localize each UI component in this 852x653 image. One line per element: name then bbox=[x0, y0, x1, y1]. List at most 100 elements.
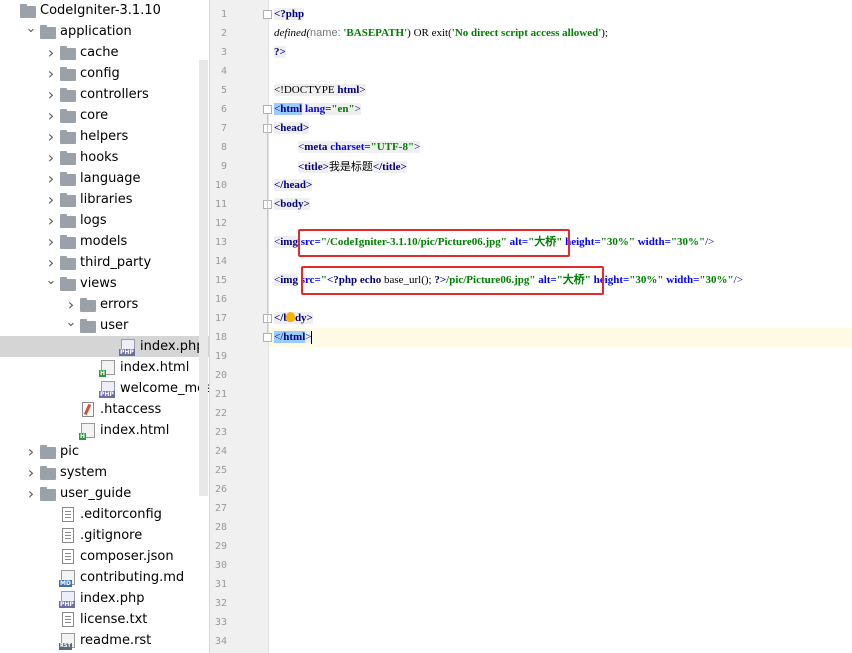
tree-item[interactable]: ›.editorconfig bbox=[0, 504, 209, 525]
tree-item-label: license.txt bbox=[80, 612, 148, 627]
fold-marker-icon[interactable] bbox=[263, 10, 272, 19]
line-number: 34 bbox=[214, 636, 227, 647]
tree-item[interactable]: › language bbox=[0, 168, 209, 189]
folder-icon bbox=[60, 234, 76, 249]
chevron-right-icon[interactable]: › bbox=[44, 147, 58, 168]
chevron-right-icon[interactable]: › bbox=[24, 483, 38, 504]
img1-height-value: "30%" bbox=[600, 236, 635, 248]
intention-bulb-icon[interactable] bbox=[286, 312, 295, 322]
tree-item-label: third_party bbox=[80, 255, 152, 270]
tree-item-label: index.html bbox=[120, 360, 190, 375]
line-number: 18 bbox=[214, 332, 227, 343]
code-editor[interactable]: 1 2 3 4 5 6 7 8 9 10 11 12 13 14 15 16 17 18 19 20 21 22 23 24 2… bbox=[210, 0, 852, 653]
img2-width-attr: width= bbox=[663, 274, 700, 286]
tree-item[interactable]: ›composer.json bbox=[0, 546, 209, 567]
tree-item[interactable]: › cache bbox=[0, 42, 209, 63]
code-line-3[interactable]: ?> bbox=[274, 43, 286, 62]
folder-icon bbox=[80, 297, 96, 312]
chevron-right-icon[interactable]: › bbox=[44, 231, 58, 252]
title-close-tag: </title> bbox=[372, 161, 407, 173]
php-icon bbox=[59, 591, 75, 608]
tree-item[interactable]: ›contributing.md bbox=[0, 567, 209, 588]
basepath-string: 'BASEPATH' bbox=[343, 27, 408, 39]
tree-item[interactable]: ⌄ application bbox=[0, 21, 209, 42]
tree-item-label: hooks bbox=[80, 150, 119, 165]
tree-item[interactable]: ›license.txt bbox=[0, 609, 209, 630]
code-line-11[interactable]: <body> bbox=[274, 195, 310, 214]
chevron-right-icon[interactable]: › bbox=[24, 441, 38, 462]
chevron-down-icon[interactable]: ⌄ bbox=[64, 312, 78, 333]
tree-item[interactable]: › helpers bbox=[0, 126, 209, 147]
line-number: 16 bbox=[214, 294, 227, 305]
tree-item[interactable]: › hooks bbox=[0, 147, 209, 168]
tree-item[interactable]: › errors bbox=[0, 294, 209, 315]
tree-item[interactable]: › logs bbox=[0, 210, 209, 231]
tree-item[interactable]: ⌄ views bbox=[0, 273, 209, 294]
chevron-right-icon[interactable]: › bbox=[44, 105, 58, 126]
tree-item[interactable]: ›index.php bbox=[0, 336, 209, 357]
tree-item[interactable]: ›readme.rst bbox=[0, 630, 209, 651]
code-line-6[interactable]: <html lang="en"> bbox=[274, 100, 361, 119]
chevron-down-icon[interactable]: ⌄ bbox=[44, 270, 58, 291]
tree-item[interactable]: ›welcome_message.ph bbox=[0, 378, 209, 399]
tree-item[interactable]: ›.gitignore bbox=[0, 525, 209, 546]
tree-item-label: application bbox=[60, 24, 132, 39]
chevron-right-icon[interactable]: › bbox=[44, 84, 58, 105]
chevron-right-icon[interactable]: › bbox=[44, 126, 58, 147]
code-line-9[interactable]: <title>我是标题</title> bbox=[298, 157, 407, 176]
php-icon bbox=[119, 339, 135, 356]
tree-item[interactable]: › config bbox=[0, 63, 209, 84]
code-line-2[interactable]: defined(name: 'BASEPATH') OR exit('No di… bbox=[274, 24, 608, 43]
tree-item-label: errors bbox=[100, 297, 139, 312]
chevron-right-icon[interactable]: › bbox=[44, 42, 58, 63]
code-line-1[interactable]: <?php bbox=[274, 5, 305, 24]
tree-item[interactable]: ›index.html bbox=[0, 357, 209, 378]
text-cursor bbox=[311, 330, 313, 344]
code-line-5[interactable]: <!DOCTYPE html> bbox=[274, 81, 366, 100]
chevron-right-icon[interactable]: › bbox=[44, 210, 58, 231]
chevron-right-icon[interactable]: › bbox=[44, 168, 58, 189]
folder-icon bbox=[60, 87, 76, 102]
tree-item-label: .editorconfig bbox=[80, 507, 162, 522]
folder-icon bbox=[60, 171, 76, 186]
fold-marker-icon[interactable] bbox=[263, 105, 272, 114]
tree-item[interactable]: › controllers bbox=[0, 84, 209, 105]
tree-item[interactable]: › models bbox=[0, 231, 209, 252]
rst-icon bbox=[59, 633, 75, 650]
tree-item-label: contributing.md bbox=[80, 570, 185, 585]
tree-item[interactable]: ⌄ user bbox=[0, 315, 209, 336]
tree-item[interactable]: › system bbox=[0, 462, 209, 483]
html-open-tag: html bbox=[280, 103, 303, 115]
chevron-down-icon[interactable]: ⌄ bbox=[24, 18, 38, 39]
body-open-tag: <body> bbox=[274, 198, 310, 210]
folder-icon bbox=[40, 24, 56, 39]
tree-item-label: logs bbox=[80, 213, 107, 228]
tree-item[interactable]: ›index.html bbox=[0, 420, 209, 441]
tree-item-label: welcome_message.ph bbox=[120, 381, 209, 396]
folder-icon bbox=[60, 150, 76, 165]
md-icon bbox=[59, 570, 75, 587]
line-number: 32 bbox=[214, 598, 227, 609]
tree-item[interactable]: › core bbox=[0, 105, 209, 126]
fold-guide bbox=[267, 114, 268, 334]
code-line-7[interactable]: <head> bbox=[274, 119, 310, 138]
line-number-gutter: 1 2 3 4 5 6 7 8 9 10 11 12 13 14 15 16 17 18 19 20 21 22 23 24 2… bbox=[210, 0, 272, 653]
chevron-right-icon[interactable]: › bbox=[24, 462, 38, 483]
code-line-8[interactable]: <meta charset="UTF-8"> bbox=[298, 138, 421, 157]
tree-item[interactable]: ›.htaccess bbox=[0, 399, 209, 420]
tree-item[interactable]: › libraries bbox=[0, 189, 209, 210]
chevron-right-icon[interactable]: › bbox=[44, 63, 58, 84]
line-number: 33 bbox=[214, 617, 227, 628]
code-line-10[interactable]: </head> bbox=[274, 176, 313, 195]
tree-item[interactable]: ›index.php bbox=[0, 588, 209, 609]
tree-item[interactable]: › pic bbox=[0, 441, 209, 462]
chevron-right-icon[interactable]: › bbox=[44, 189, 58, 210]
line-number: 21 bbox=[214, 389, 227, 400]
code-line-18[interactable]: </html> bbox=[274, 328, 313, 347]
tree-item[interactable]: › third_party bbox=[0, 252, 209, 273]
tree-item[interactable]: › user_guide bbox=[0, 483, 209, 504]
line-number: 17 bbox=[214, 313, 227, 324]
head-close-tag: </head> bbox=[274, 179, 313, 191]
tree-scrollbar[interactable] bbox=[199, 60, 208, 496]
fold-marker-icon[interactable] bbox=[263, 333, 272, 342]
